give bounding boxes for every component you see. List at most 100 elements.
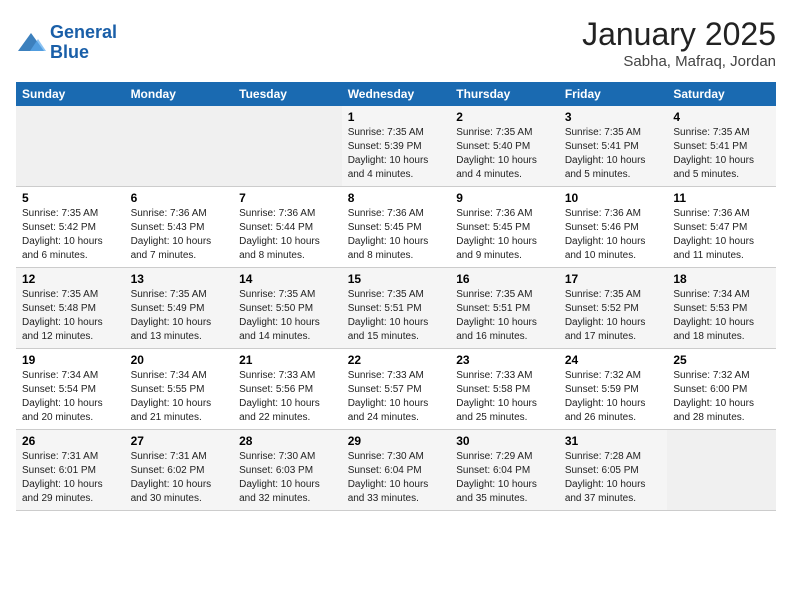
day-info: Sunrise: 7:35 AMSunset: 5:51 PMDaylight:… (456, 288, 553, 344)
day-number: 20 (131, 353, 228, 367)
calendar-cell: 18 Sunrise: 7:34 AMSunset: 5:53 PMDayligh… (667, 268, 776, 349)
calendar-week-row: 19 Sunrise: 7:34 AMSunset: 5:54 PMDayligh… (16, 349, 776, 430)
day-info: Sunrise: 7:28 AMSunset: 6:05 PMDaylight:… (565, 450, 662, 506)
calendar-week-row: 5 Sunrise: 7:35 AMSunset: 5:42 PMDaylight… (16, 187, 776, 268)
day-info: Sunrise: 7:33 AMSunset: 5:57 PMDaylight:… (348, 369, 445, 425)
calendar-cell: 23 Sunrise: 7:33 AMSunset: 5:58 PMDayligh… (450, 349, 559, 430)
day-info: Sunrise: 7:35 AMSunset: 5:48 PMDaylight:… (22, 288, 119, 344)
day-number: 9 (456, 191, 553, 205)
day-info: Sunrise: 7:31 AMSunset: 6:01 PMDaylight:… (22, 450, 119, 506)
calendar-cell (125, 106, 234, 187)
day-info: Sunrise: 7:36 AMSunset: 5:46 PMDaylight:… (565, 207, 662, 263)
day-number: 22 (348, 353, 445, 367)
calendar-cell: 15 Sunrise: 7:35 AMSunset: 5:51 PMDayligh… (342, 268, 451, 349)
calendar-cell (16, 106, 125, 187)
calendar-cell: 24 Sunrise: 7:32 AMSunset: 5:59 PMDayligh… (559, 349, 668, 430)
calendar-cell: 1Sunrise: 7:35 AMSunset: 5:39 PMDaylight… (342, 106, 451, 187)
day-number: 16 (456, 272, 553, 286)
day-number: 28 (239, 434, 336, 448)
calendar-week-row: 1Sunrise: 7:35 AMSunset: 5:39 PMDaylight… (16, 106, 776, 187)
calendar-cell: 3 Sunrise: 7:35 AMSunset: 5:41 PMDaylight… (559, 106, 668, 187)
day-number: 11 (673, 191, 770, 205)
day-info: Sunrise: 7:34 AMSunset: 5:53 PMDaylight:… (673, 288, 770, 344)
weekday-header-row: SundayMondayTuesdayWednesdayThursdayFrid… (16, 82, 776, 106)
calendar-cell: 26Sunrise: 7:31 AMSunset: 6:01 PMDayligh… (16, 430, 125, 511)
day-info: Sunrise: 7:35 AMSunset: 5:51 PMDaylight:… (348, 288, 445, 344)
calendar-week-row: 26Sunrise: 7:31 AMSunset: 6:01 PMDayligh… (16, 430, 776, 511)
day-number: 13 (131, 272, 228, 286)
day-info: Sunrise: 7:32 AMSunset: 5:59 PMDaylight:… (565, 369, 662, 425)
day-number: 4 (673, 110, 770, 124)
calendar-cell: 7Sunrise: 7:36 AMSunset: 5:44 PMDaylight… (233, 187, 342, 268)
day-info: Sunrise: 7:30 AMSunset: 6:03 PMDaylight:… (239, 450, 336, 506)
day-info: Sunrise: 7:35 AMSunset: 5:52 PMDaylight:… (565, 288, 662, 344)
day-number: 2 (456, 110, 553, 124)
calendar-cell (233, 106, 342, 187)
day-info: Sunrise: 7:29 AMSunset: 6:04 PMDaylight:… (456, 450, 553, 506)
day-number: 3 (565, 110, 662, 124)
calendar-cell: 21Sunrise: 7:33 AMSunset: 5:56 PMDayligh… (233, 349, 342, 430)
calendar-cell: 16 Sunrise: 7:35 AMSunset: 5:51 PMDayligh… (450, 268, 559, 349)
day-number: 18 (673, 272, 770, 286)
logo: GeneralBlue (16, 23, 117, 63)
day-info: Sunrise: 7:30 AMSunset: 6:04 PMDaylight:… (348, 450, 445, 506)
month-title: January 2025 (582, 16, 776, 53)
calendar-week-row: 12 Sunrise: 7:35 AMSunset: 5:48 PMDayligh… (16, 268, 776, 349)
calendar-cell: 30 Sunrise: 7:29 AMSunset: 6:04 PMDayligh… (450, 430, 559, 511)
day-number: 17 (565, 272, 662, 286)
day-number: 10 (565, 191, 662, 205)
day-number: 8 (348, 191, 445, 205)
day-info: Sunrise: 7:35 AMSunset: 5:42 PMDaylight:… (22, 207, 119, 263)
calendar-cell: 17 Sunrise: 7:35 AMSunset: 5:52 PMDayligh… (559, 268, 668, 349)
calendar-cell: 12 Sunrise: 7:35 AMSunset: 5:48 PMDayligh… (16, 268, 125, 349)
title-block: January 2025 Sabha, Mafraq, Jordan (582, 16, 776, 70)
day-info: Sunrise: 7:36 AMSunset: 5:44 PMDaylight:… (239, 207, 336, 263)
calendar-table: SundayMondayTuesdayWednesdayThursdayFrid… (16, 82, 776, 511)
calendar-cell: 2 Sunrise: 7:35 AMSunset: 5:40 PMDaylight… (450, 106, 559, 187)
calendar-cell: 14Sunrise: 7:35 AMSunset: 5:50 PMDayligh… (233, 268, 342, 349)
day-info: Sunrise: 7:35 AMSunset: 5:49 PMDaylight:… (131, 288, 228, 344)
calendar-cell: 22 Sunrise: 7:33 AMSunset: 5:57 PMDayligh… (342, 349, 451, 430)
day-number: 19 (22, 353, 119, 367)
day-number: 5 (22, 191, 119, 205)
day-info: Sunrise: 7:35 AMSunset: 5:40 PMDaylight:… (456, 126, 553, 182)
day-info: Sunrise: 7:35 AMSunset: 5:41 PMDaylight:… (565, 126, 662, 182)
day-number: 24 (565, 353, 662, 367)
calendar-cell: 28 Sunrise: 7:30 AMSunset: 6:03 PMDayligh… (233, 430, 342, 511)
day-info: Sunrise: 7:35 AMSunset: 5:41 PMDaylight:… (673, 126, 770, 182)
day-number: 1 (348, 110, 445, 124)
day-number: 23 (456, 353, 553, 367)
calendar-cell: 9 Sunrise: 7:36 AMSunset: 5:45 PMDaylight… (450, 187, 559, 268)
day-number: 27 (131, 434, 228, 448)
calendar-cell: 8Sunrise: 7:36 AMSunset: 5:45 PMDaylight… (342, 187, 451, 268)
day-info: Sunrise: 7:31 AMSunset: 6:02 PMDaylight:… (131, 450, 228, 506)
calendar-cell: 27 Sunrise: 7:31 AMSunset: 6:02 PMDayligh… (125, 430, 234, 511)
day-number: 21 (239, 353, 336, 367)
day-info: Sunrise: 7:36 AMSunset: 5:47 PMDaylight:… (673, 207, 770, 263)
day-number: 12 (22, 272, 119, 286)
weekday-header: Saturday (667, 82, 776, 106)
day-number: 14 (239, 272, 336, 286)
calendar-cell: 10 Sunrise: 7:36 AMSunset: 5:46 PMDayligh… (559, 187, 668, 268)
calendar-cell: 20Sunrise: 7:34 AMSunset: 5:55 PMDayligh… (125, 349, 234, 430)
calendar-cell: 25Sunrise: 7:32 AMSunset: 6:00 PMDayligh… (667, 349, 776, 430)
calendar-cell: 29 Sunrise: 7:30 AMSunset: 6:04 PMDayligh… (342, 430, 451, 511)
day-info: Sunrise: 7:36 AMSunset: 5:43 PMDaylight:… (131, 207, 228, 263)
day-info: Sunrise: 7:33 AMSunset: 5:58 PMDaylight:… (456, 369, 553, 425)
weekday-header: Tuesday (233, 82, 342, 106)
day-number: 29 (348, 434, 445, 448)
calendar-cell: 4 Sunrise: 7:35 AMSunset: 5:41 PMDaylight… (667, 106, 776, 187)
calendar-cell: 5 Sunrise: 7:35 AMSunset: 5:42 PMDaylight… (16, 187, 125, 268)
day-info: Sunrise: 7:36 AMSunset: 5:45 PMDaylight:… (456, 207, 553, 263)
day-number: 15 (348, 272, 445, 286)
weekday-header: Monday (125, 82, 234, 106)
day-info: Sunrise: 7:34 AMSunset: 5:54 PMDaylight:… (22, 369, 119, 425)
page-header: GeneralBlue January 2025 Sabha, Mafraq, … (16, 16, 776, 70)
day-number: 30 (456, 434, 553, 448)
weekday-header: Friday (559, 82, 668, 106)
day-number: 31 (565, 434, 662, 448)
weekday-header: Thursday (450, 82, 559, 106)
day-number: 6 (131, 191, 228, 205)
logo-text: GeneralBlue (50, 23, 117, 63)
calendar-cell: 19 Sunrise: 7:34 AMSunset: 5:54 PMDayligh… (16, 349, 125, 430)
